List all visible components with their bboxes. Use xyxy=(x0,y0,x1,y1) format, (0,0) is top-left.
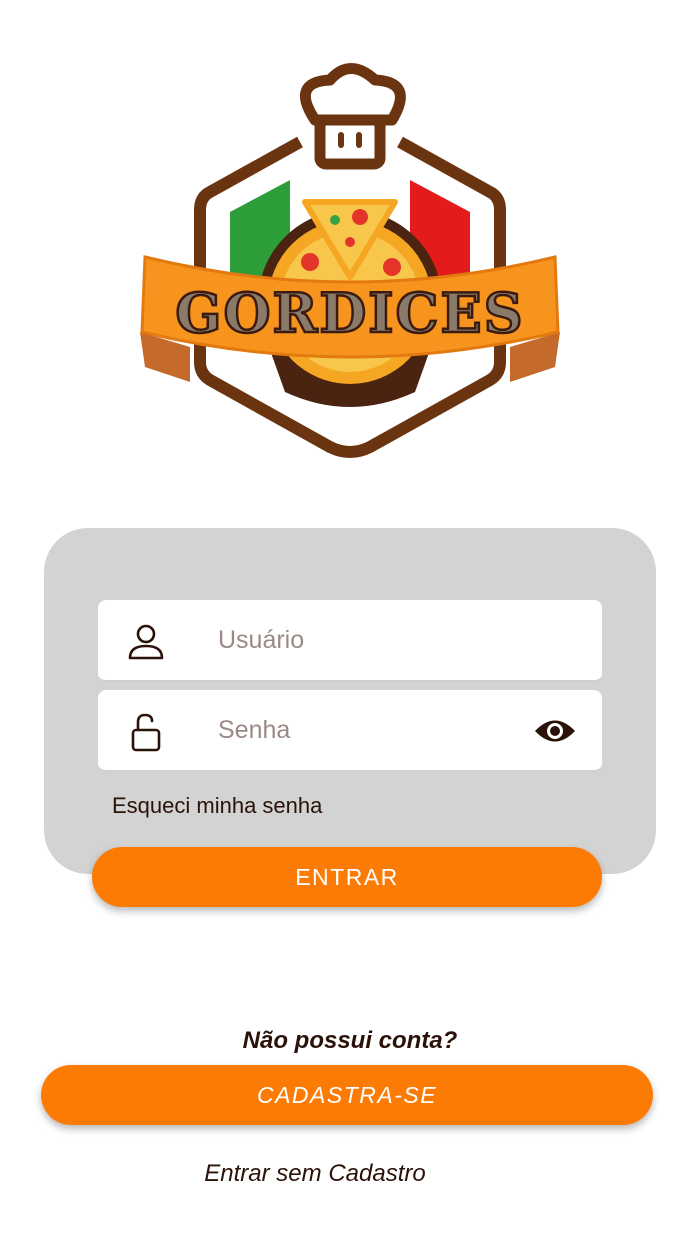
gordices-logo: GORDICES xyxy=(140,63,560,458)
eye-icon[interactable] xyxy=(534,716,576,746)
no-account-prompt: Não possui conta? xyxy=(242,1027,458,1054)
password-field[interactable] xyxy=(98,690,602,772)
user-icon xyxy=(128,624,164,660)
signup-button[interactable]: CADASTRA-SE xyxy=(41,1065,653,1125)
brand-name: GORDICES xyxy=(175,281,524,345)
password-input[interactable] xyxy=(218,690,518,770)
username-field[interactable] xyxy=(98,600,602,682)
username-input[interactable] xyxy=(218,600,518,680)
forgot-password-link[interactable]: Esqueci minha senha xyxy=(112,793,322,819)
guest-entry-link[interactable]: Entrar sem Cadastro xyxy=(0,1160,630,1188)
lock-open-icon xyxy=(131,713,161,752)
enter-button[interactable]: ENTRAR xyxy=(92,847,602,907)
